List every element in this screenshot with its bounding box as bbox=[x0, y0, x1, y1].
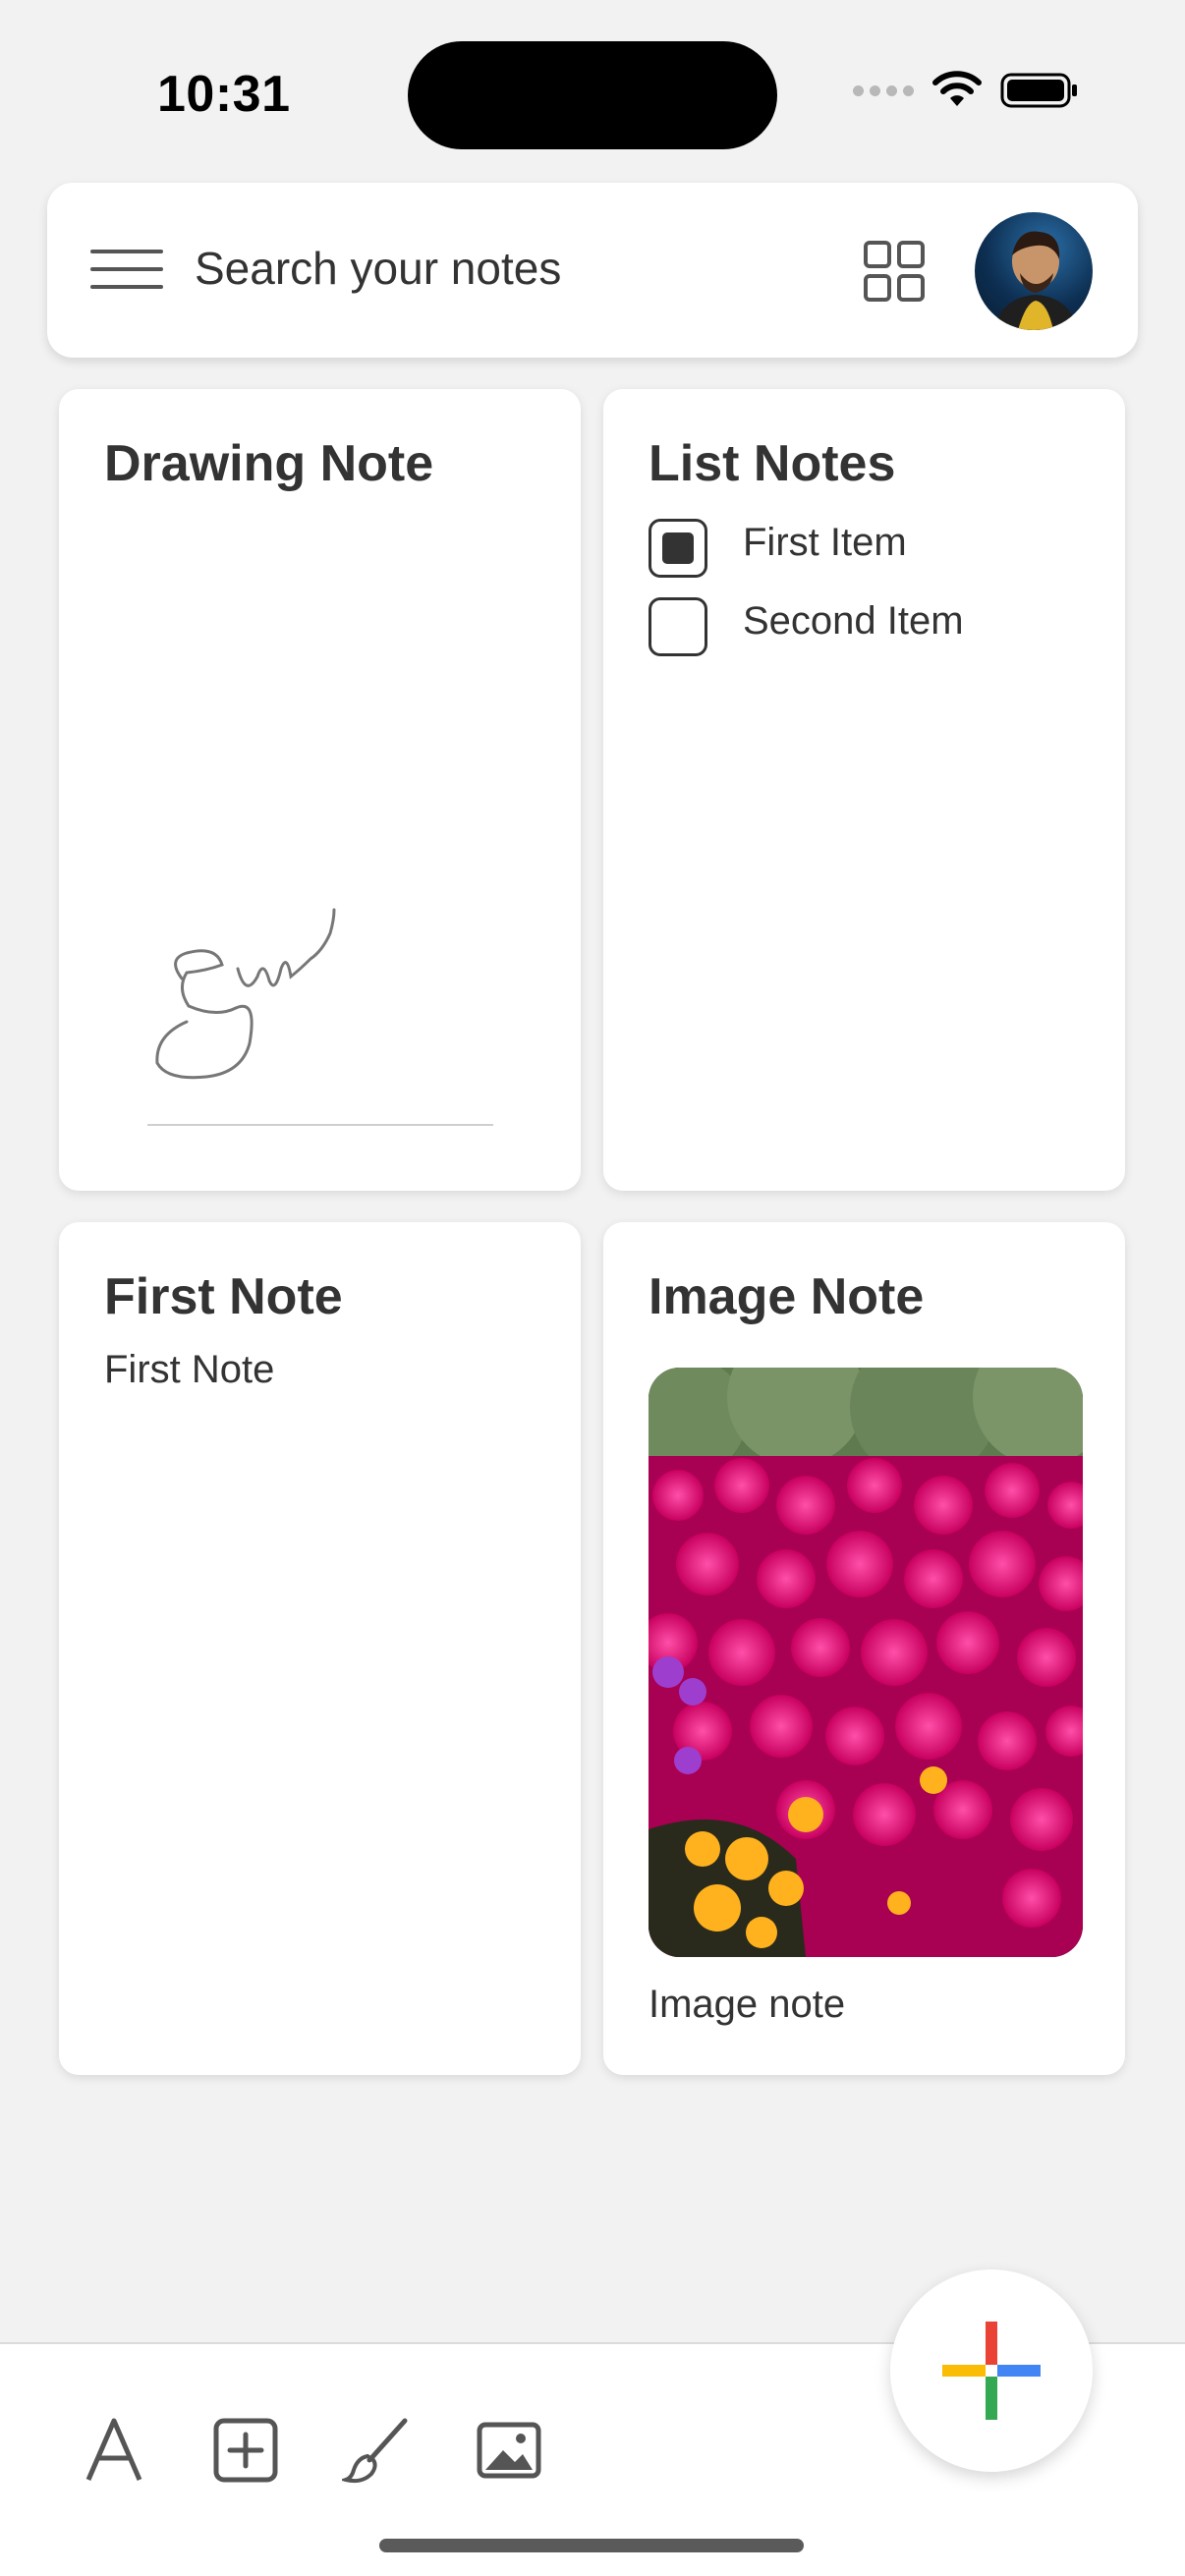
note-title: First Note bbox=[104, 1268, 343, 1325]
text-icon[interactable] bbox=[79, 2415, 149, 2486]
status-icons bbox=[853, 71, 1079, 110]
notes-app-screen: 10:31 Search your notes Drawing Note Lis… bbox=[0, 0, 1185, 2576]
image-icon[interactable] bbox=[474, 2415, 544, 2486]
cellular-signal-icon bbox=[853, 84, 914, 96]
wifi-icon bbox=[932, 71, 982, 106]
battery-icon bbox=[1000, 73, 1077, 108]
drawing-baseline bbox=[147, 1124, 493, 1126]
list-item-label: Second Item bbox=[743, 599, 964, 643]
search-input[interactable]: Search your notes bbox=[195, 242, 561, 295]
dynamic-island bbox=[408, 41, 777, 149]
list-item-label: First Item bbox=[743, 521, 907, 564]
note-title: Drawing Note bbox=[104, 435, 434, 492]
image-caption: Image note bbox=[649, 1983, 846, 2026]
note-title: List Notes bbox=[649, 435, 896, 492]
note-card-list[interactable]: List Notes First Item Second Item bbox=[603, 389, 1125, 1191]
note-title: Image Note bbox=[649, 1268, 925, 1325]
note-card-first[interactable]: First Note First Note bbox=[59, 1222, 581, 2075]
avatar-image bbox=[992, 231, 1079, 330]
note-body: First Note bbox=[104, 1348, 275, 1391]
brush-icon[interactable] bbox=[342, 2415, 413, 2486]
note-card-drawing[interactable]: Drawing Note bbox=[59, 389, 581, 1191]
search-bar[interactable]: Search your notes bbox=[47, 183, 1138, 358]
add-checkbox-icon[interactable] bbox=[210, 2415, 281, 2486]
note-card-image[interactable]: Image Note Image note bbox=[603, 1222, 1125, 2075]
profile-avatar[interactable] bbox=[975, 212, 1093, 330]
note-image bbox=[649, 1368, 1083, 1957]
status-time: 10:31 bbox=[157, 66, 291, 123]
home-indicator[interactable] bbox=[379, 2539, 804, 2552]
plus-icon bbox=[942, 2322, 1041, 2420]
grid-view-icon[interactable] bbox=[863, 240, 926, 303]
checkbox-unchecked[interactable] bbox=[649, 597, 707, 656]
drawing-sketch bbox=[155, 908, 336, 1080]
checkbox-checked[interactable] bbox=[649, 519, 707, 578]
create-note-fab[interactable] bbox=[890, 2269, 1093, 2472]
hamburger-menu-icon[interactable] bbox=[90, 250, 163, 293]
